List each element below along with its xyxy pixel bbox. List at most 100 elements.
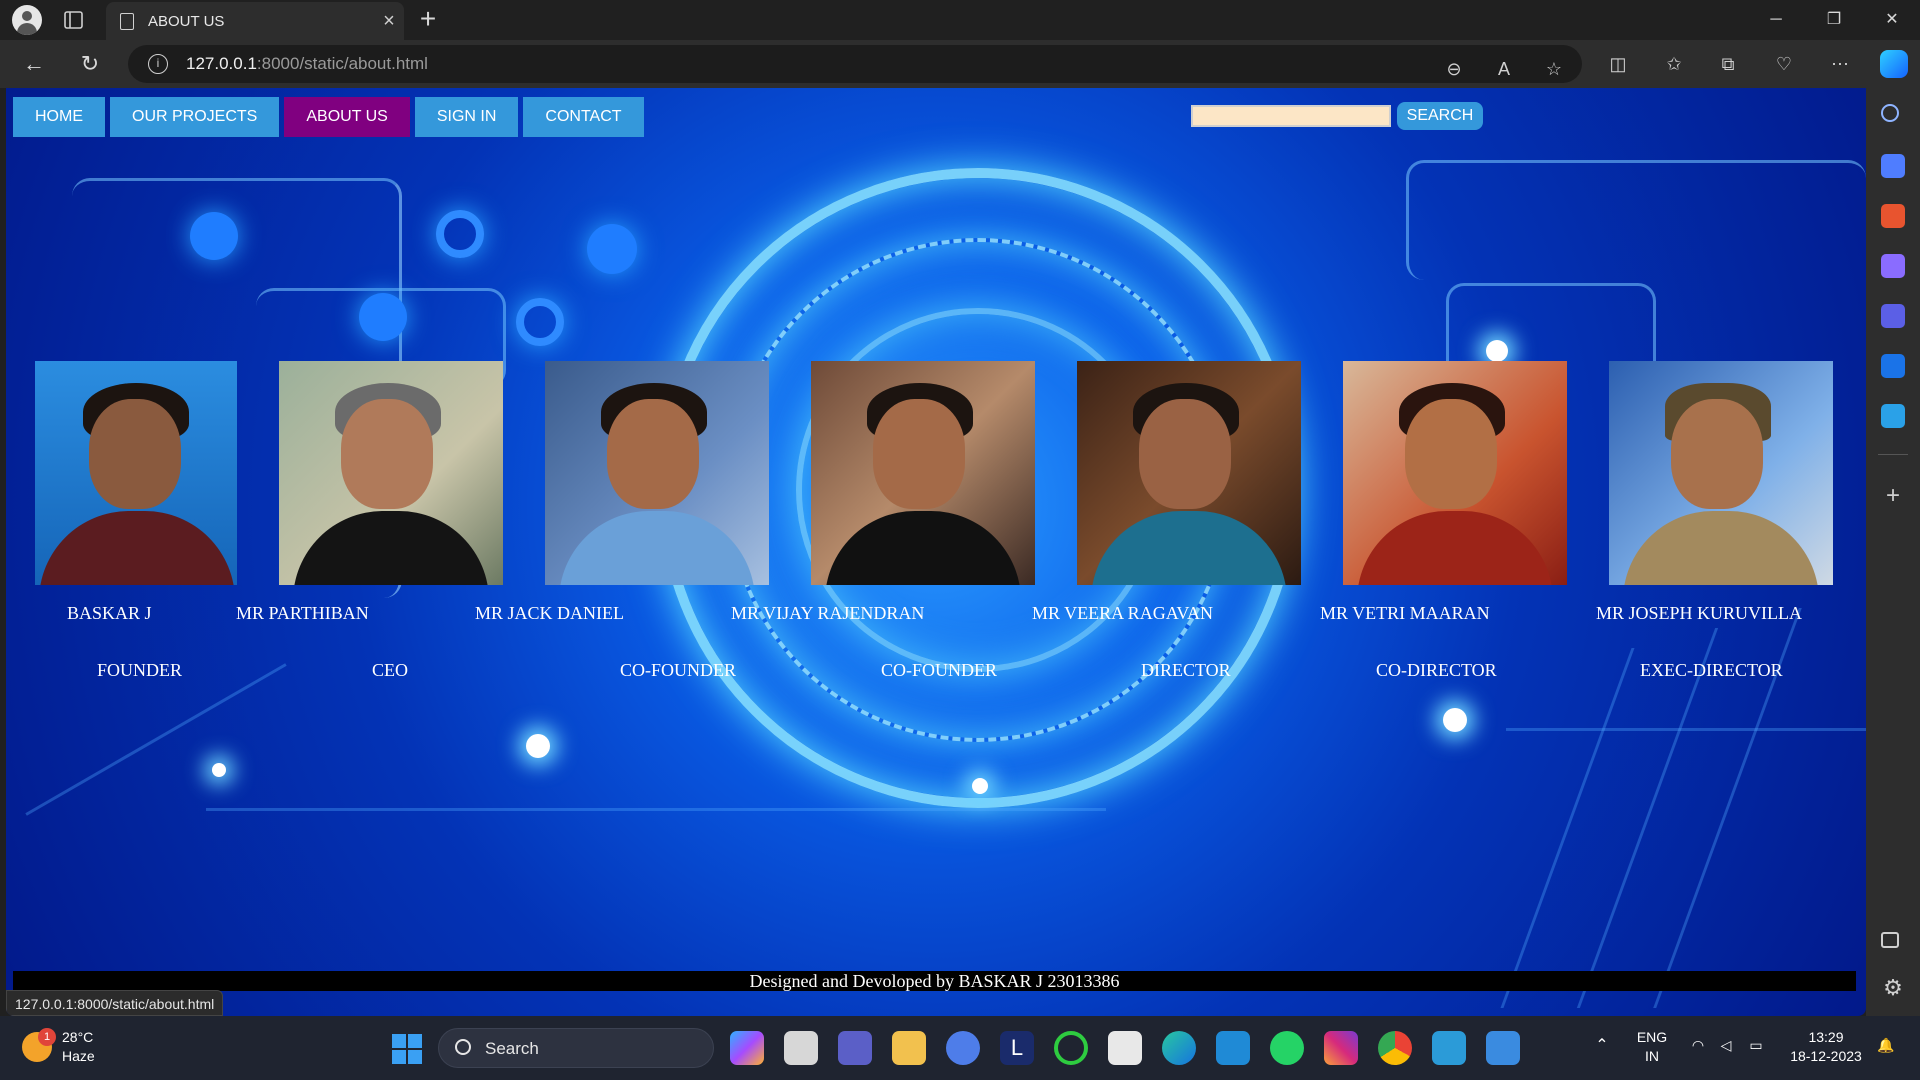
url-text: 127.0.0.1:8000/static/about.html	[186, 54, 428, 73]
tools-icon[interactable]	[1881, 204, 1905, 228]
clock[interactable]: 13:29 18-12-2023	[1784, 1028, 1868, 1066]
task-view-icon[interactable]	[784, 1031, 818, 1065]
person-name: MR PARTHIBAN	[236, 603, 369, 623]
weather-badge: 1	[38, 1028, 56, 1046]
edge-icon[interactable]	[1162, 1031, 1196, 1065]
temperature: 28°C	[62, 1029, 94, 1045]
address-bar[interactable]: i 127.0.0.1:8000/static/about.html ⊖ A ☆	[128, 45, 1582, 83]
browser-title-bar: ABOUT US × + ─ ❐ ✕	[0, 0, 1920, 40]
favorites-icon[interactable]: ✩	[1660, 50, 1688, 78]
person-role: CO-DIRECTOR	[1376, 660, 1497, 680]
search-icon[interactable]	[1881, 104, 1899, 122]
nav-sign-in[interactable]: SIGN IN	[414, 97, 519, 137]
person-name: MR JOSEPH KURUVILLA	[1596, 603, 1803, 623]
search-icon	[455, 1039, 471, 1055]
photos-icon[interactable]	[1486, 1031, 1520, 1065]
person-role: CEO	[372, 660, 408, 680]
shopping-tag-icon[interactable]	[1881, 154, 1905, 178]
close-window-button[interactable]: ✕	[1872, 6, 1912, 34]
more-menu-icon[interactable]: ⋯	[1826, 50, 1854, 78]
whatsapp-icon[interactable]	[1270, 1031, 1304, 1065]
battery-icon[interactable]: ▭	[1744, 1036, 1768, 1055]
taskbar-search[interactable]: Search	[438, 1028, 714, 1068]
browser-tab-about-us[interactable]: ABOUT US ×	[106, 2, 404, 40]
photo-mr-jack-daniel	[545, 361, 769, 585]
person-name: MR VEERA RAGAVAN	[1032, 603, 1214, 623]
edge-sidebar: + ⚙	[1866, 88, 1920, 1016]
microsoft365-icon[interactable]	[1881, 304, 1905, 328]
person-name: BASKAR J	[67, 603, 152, 623]
vscode-icon[interactable]	[1216, 1031, 1250, 1065]
back-arrow-icon[interactable]: ←	[18, 48, 50, 80]
store-icon[interactable]	[1108, 1031, 1142, 1065]
start-windows-icon[interactable]	[392, 1034, 422, 1064]
drop-icon[interactable]	[1881, 404, 1905, 428]
refresh-app-icon[interactable]	[1054, 1031, 1088, 1065]
weather-icon: 1	[22, 1028, 56, 1062]
weather-condition: Haze	[62, 1048, 95, 1064]
favorite-star-icon[interactable]: ☆	[1540, 55, 1568, 83]
outlook-icon[interactable]	[1881, 354, 1905, 378]
settings-gear-icon[interactable]: ⚙	[1881, 976, 1905, 1000]
time: 13:29	[1808, 1029, 1844, 1045]
person-role: CO-FOUNDER	[620, 660, 737, 680]
person-role: CO-FOUNDER	[881, 660, 998, 680]
search-input[interactable]	[1191, 105, 1391, 127]
profile-avatar-icon[interactable]	[10, 5, 44, 35]
photo-mr-vetri-maaran	[1343, 361, 1567, 585]
l-app-icon[interactable]: L	[1000, 1031, 1034, 1065]
browser-essentials-icon[interactable]: ♡	[1770, 50, 1798, 78]
page-document-icon	[120, 12, 134, 30]
date: 18-12-2023	[1790, 1048, 1862, 1064]
file-explorer-icon[interactable]	[892, 1031, 926, 1065]
restore-button[interactable]: ❐	[1814, 6, 1854, 34]
notification-bell-icon[interactable]: 🔔	[1874, 1036, 1898, 1055]
photo-baskar-j	[35, 361, 237, 585]
new-tab-button[interactable]: +	[412, 4, 444, 36]
person-name: MR JACK DANIEL	[475, 603, 625, 623]
nav-home[interactable]: HOME	[13, 97, 105, 137]
collections-icon[interactable]: ⧉	[1714, 50, 1742, 78]
photo-mr-joseph-kuruvilla	[1609, 361, 1833, 585]
taskbar-search-label: Search	[485, 1039, 539, 1058]
teams-icon[interactable]	[838, 1031, 872, 1065]
photo-mr-vijay-rajendran	[811, 361, 1035, 585]
person-role: EXEC-DIRECTOR	[1640, 660, 1783, 680]
person-name: MR VETRI MAARAN	[1320, 603, 1490, 623]
main-nav: HOME OUR PROJECTS ABOUT US SIGN IN CONTA…	[13, 97, 644, 137]
language: ENG	[1636, 1029, 1668, 1045]
hide-sidebar-icon[interactable]	[1881, 932, 1899, 948]
app-icon[interactable]	[946, 1031, 980, 1065]
show-hidden-icons-chevron-icon[interactable]: ⌃	[1592, 1036, 1612, 1055]
photo-mr-parthiban	[279, 361, 503, 585]
windows-taskbar: 1 28°C Haze Search L ⌃ ENG IN ◠ ◁ ▭ 13:29…	[0, 1016, 1920, 1080]
minimize-button[interactable]: ─	[1756, 6, 1796, 34]
browser-toolbar: ← ↻ i 127.0.0.1:8000/static/about.html ⊖…	[0, 40, 1920, 88]
notepad-icon[interactable]	[1432, 1031, 1466, 1065]
read-aloud-icon[interactable]: A	[1490, 55, 1518, 83]
tab-title: ABOUT US	[148, 12, 225, 30]
add-icon[interactable]: +	[1881, 484, 1905, 508]
page-footer: Designed and Devoloped by BASKAR J 23013…	[13, 971, 1856, 991]
nav-about-us[interactable]: ABOUT US	[284, 97, 410, 137]
copilot-icon[interactable]	[1880, 50, 1908, 78]
refresh-icon[interactable]: ↻	[74, 48, 106, 80]
site-info-icon[interactable]: i	[148, 54, 168, 74]
instagram-icon[interactable]	[1324, 1031, 1358, 1065]
weather-widget[interactable]: 1 28°C Haze	[22, 1028, 95, 1066]
language-indicator[interactable]: ENG IN	[1632, 1028, 1672, 1066]
search-button[interactable]: SEARCH	[1397, 102, 1483, 130]
volume-icon[interactable]: ◁	[1714, 1036, 1738, 1055]
wifi-icon[interactable]: ◠	[1686, 1036, 1710, 1055]
copilot-app-icon[interactable]	[730, 1031, 764, 1065]
person-role: DIRECTOR	[1141, 660, 1231, 680]
split-screen-icon[interactable]: ◫	[1604, 50, 1632, 78]
chrome-icon[interactable]	[1378, 1031, 1412, 1065]
photo-mr-veera-ragavan	[1077, 361, 1301, 585]
close-tab-icon[interactable]: ×	[374, 10, 404, 33]
games-icon[interactable]	[1881, 254, 1905, 278]
nav-contact[interactable]: CONTACT	[523, 97, 644, 137]
zoom-out-icon[interactable]: ⊖	[1440, 55, 1468, 83]
tab-actions-icon[interactable]	[62, 8, 86, 32]
nav-our-projects[interactable]: OUR PROJECTS	[110, 97, 280, 137]
